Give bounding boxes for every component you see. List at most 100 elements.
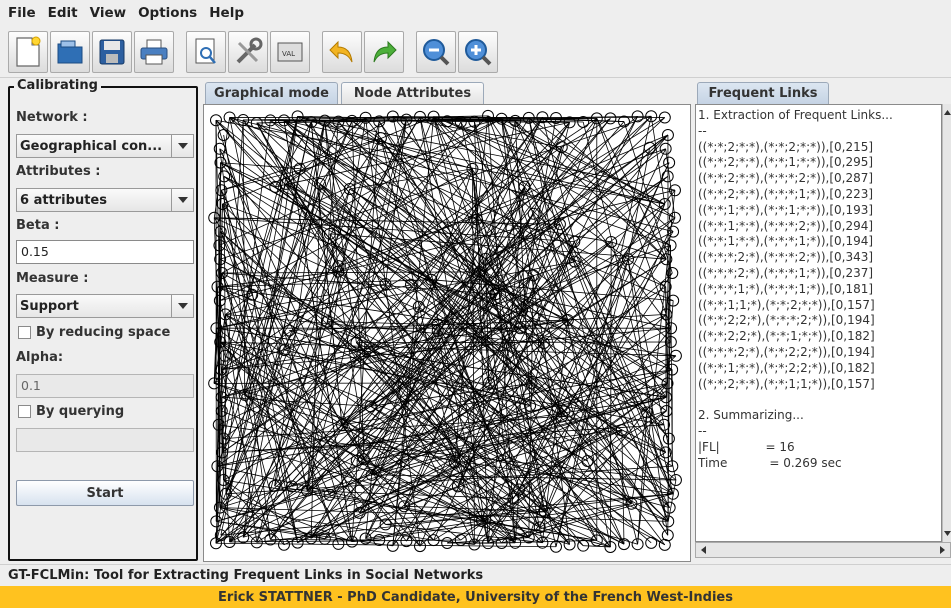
attributes-label: Attributes :	[16, 164, 101, 179]
output-line: ((*;*;1;*;*),(*;*;1;*;*)),[0,193]	[698, 202, 874, 217]
output-line: ((*;*;*;2;*),(*;*;*;2;*)),[0,343]	[698, 250, 874, 265]
export-icon: VAL	[277, 42, 303, 61]
start-button[interactable]: Start	[16, 480, 194, 506]
scroll-up-icon[interactable]	[943, 108, 951, 118]
graph-edge	[514, 120, 667, 453]
zoom-out-button[interactable]	[416, 30, 456, 73]
network-select[interactable]: Geographical con...	[16, 134, 194, 158]
output-line: ((*;*;2;*;*),(*;*;1;*;*)),[0,295]	[698, 155, 874, 170]
open-button[interactable]	[50, 30, 90, 73]
scroll-left-icon[interactable]	[699, 543, 709, 557]
graph-canvas[interactable]	[203, 104, 691, 562]
query-input[interactable]	[16, 428, 194, 452]
graph-node[interactable]	[663, 156, 676, 169]
tools-button[interactable]	[228, 30, 268, 73]
measure-value: Support	[20, 298, 79, 314]
graph-edge	[524, 186, 667, 398]
open-folder-icon	[57, 40, 83, 63]
scroll-down-icon[interactable]	[943, 528, 951, 538]
measure-label: Measure :	[16, 271, 89, 286]
zoom-out-icon	[423, 38, 450, 65]
graph-node[interactable]	[604, 112, 617, 125]
footer-banner: Erick STATTNER - PhD Candidate, Universi…	[0, 586, 951, 608]
menu-options[interactable]: Options	[138, 5, 197, 21]
output-line: ((*;*;2;*;*),(*;*;*;2;*)),[0,287]	[698, 171, 874, 186]
attributes-select[interactable]: 6 attributes	[16, 188, 194, 212]
network-label: Network :	[16, 110, 88, 125]
export-button[interactable]: VAL	[270, 30, 310, 73]
new-file-button[interactable]	[8, 30, 48, 73]
scroll-right-icon[interactable]	[937, 543, 947, 557]
save-button[interactable]	[92, 30, 132, 73]
querying-checkbox[interactable]: By querying	[18, 404, 124, 419]
checkbox-box[interactable]	[18, 405, 31, 418]
menu-view[interactable]: View	[90, 5, 126, 21]
output-line: ((*;*;1;*;*),(*;*;*;1;*)),[0,194]	[698, 234, 874, 249]
toolbar: VAL	[0, 26, 951, 78]
vertical-scrollbar[interactable]	[942, 104, 951, 542]
output-line: --	[698, 123, 707, 138]
output-line: ((*;*;1;*;*),(*;*;*;2;*)),[0,294]	[698, 218, 874, 233]
frequent-links-output: 1. Extraction of Frequent Links... -- ((*;…	[695, 104, 942, 542]
undo-icon	[329, 40, 353, 62]
graph-edge	[221, 271, 480, 274]
save-icon	[99, 39, 125, 64]
svg-text:VAL: VAL	[282, 50, 295, 58]
output-line: ((*;*;*;2;*),(*;*;2;2;*)),[0,194]	[698, 344, 875, 359]
calibrating-title: Calibrating	[14, 78, 101, 93]
tab-node-attributes[interactable]: Node Attributes	[341, 82, 484, 104]
graph-edge	[214, 382, 489, 384]
redo-button[interactable]	[364, 30, 404, 73]
output-line: ((*;*;2;*;*),(*;*;*;1;*)),[0,223]	[698, 186, 874, 201]
graph-edge	[229, 539, 461, 543]
alpha-label: Alpha:	[16, 350, 64, 365]
print-button[interactable]	[134, 30, 174, 73]
zoom-in-button[interactable]	[458, 30, 498, 73]
tools-icon	[236, 37, 263, 63]
redo-icon	[373, 40, 397, 62]
alpha-input[interactable]: 0.1	[16, 374, 194, 398]
output-line: ((*;*;2;*;*),(*;*;2;*;*)),[0,215]	[698, 139, 874, 154]
graph-edge	[213, 137, 382, 384]
measure-select[interactable]: Support	[16, 294, 194, 318]
output-line: Time = 0.269 sec	[698, 455, 842, 470]
graph-edge	[650, 116, 666, 205]
status-bar: GT-FCLMin: Tool for Extracting Frequent …	[0, 564, 951, 586]
menu-file[interactable]: File	[8, 5, 36, 21]
output-line: 1. Extraction of Frequent Links...	[698, 108, 893, 122]
beta-label: Beta :	[16, 218, 60, 233]
output-line: --	[698, 423, 707, 438]
print-icon	[140, 39, 168, 64]
querying-label: By querying	[36, 404, 125, 419]
output-line: ((*;*;*;2;*),(*;*;*;1;*)),[0,237]	[698, 265, 874, 280]
menu-help[interactable]: Help	[209, 5, 244, 21]
menu-edit[interactable]: Edit	[48, 5, 78, 21]
output-line: ((*;*;2;2;*),(*;*;1;*;*)),[0,182]	[698, 329, 875, 344]
tab-graphical-mode[interactable]: Graphical mode	[205, 82, 338, 104]
chevron-down-icon	[171, 135, 193, 157]
output-line: |FL| = 16	[698, 439, 795, 454]
horizontal-scrollbar[interactable]	[695, 542, 951, 558]
network-value: Geographical con...	[20, 138, 163, 154]
chevron-down-icon	[171, 295, 193, 317]
undo-button[interactable]	[322, 30, 362, 73]
reducing-space-label: By reducing space	[36, 325, 171, 340]
graph-node[interactable]	[668, 211, 681, 224]
output-line: ((*;*;*;1;*),(*;*;*;1;*)),[0,181]	[698, 281, 874, 296]
beta-input[interactable]: 0.15	[16, 240, 194, 264]
tab-frequent-links[interactable]: Frequent Links	[697, 82, 829, 104]
graph-node[interactable]	[217, 129, 230, 141]
zoom-in-icon	[465, 38, 492, 65]
chevron-down-icon	[171, 189, 193, 211]
checkbox-box[interactable]	[18, 326, 31, 339]
graph-edge	[623, 121, 673, 274]
output-line: ((*;*;1;*;*),(*;*;2;2;*)),[0,182]	[698, 360, 875, 375]
preview-button[interactable]	[186, 30, 226, 73]
output-line: ((*;*;2;2;*),(*;*;*;2;*)),[0,194]	[698, 313, 875, 328]
preview-icon	[195, 38, 216, 64]
output-line: ((*;*;1;1;*),(*;*;2;*;*)),[0,157]	[698, 297, 875, 312]
reducing-space-checkbox[interactable]: By reducing space	[18, 325, 170, 340]
menu-bar: File Edit View Options Help	[0, 0, 951, 26]
output-line: 2. Summarizing...	[698, 408, 804, 423]
